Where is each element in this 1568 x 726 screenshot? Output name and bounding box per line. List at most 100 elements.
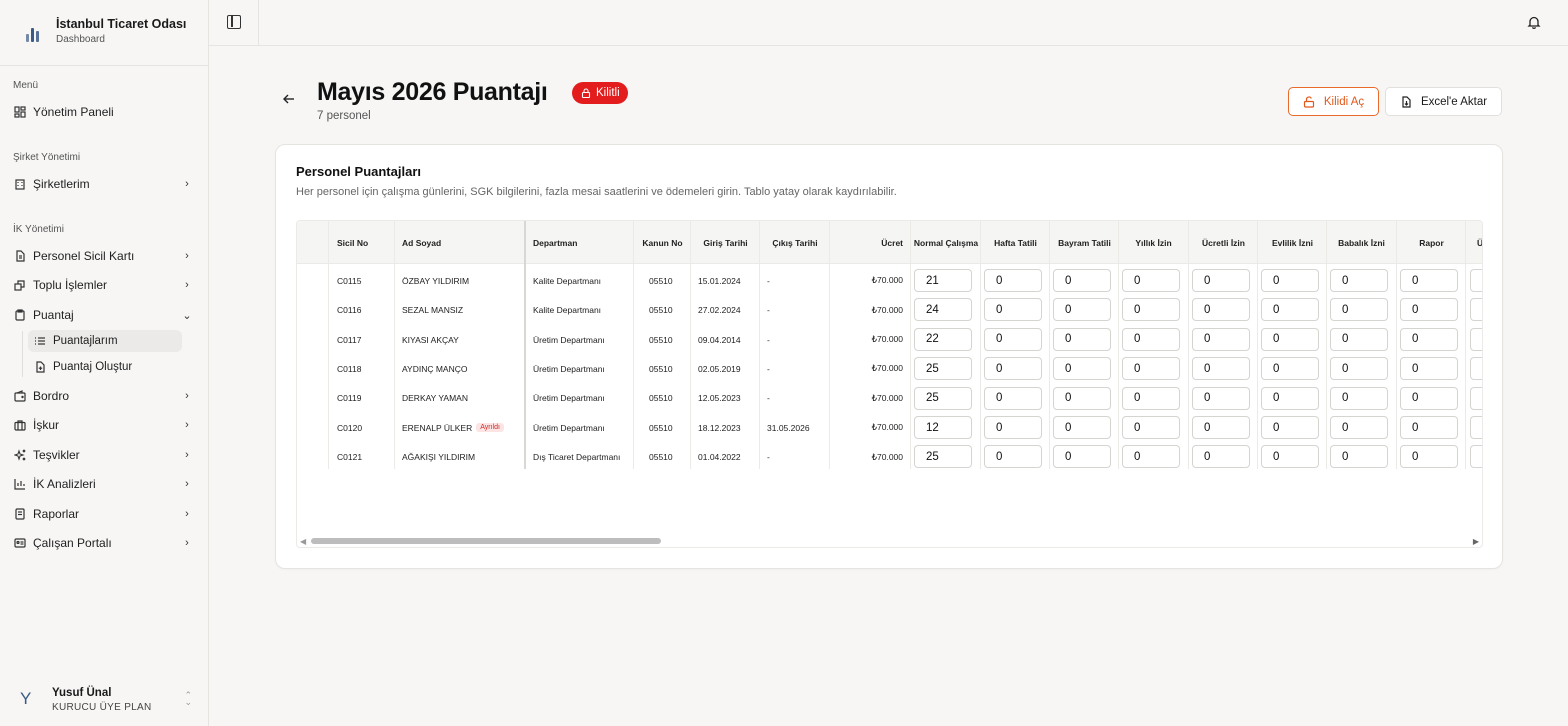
day-count-input[interactable]: 0 [1330, 298, 1388, 322]
day-count-input[interactable]: 0 [1400, 445, 1458, 469]
day-count-input[interactable]: 0 [1400, 386, 1458, 410]
sidebar-item-dashboard[interactable]: Yönetim Paneli [8, 99, 198, 125]
sidebar-item-hr-analytics[interactable]: İK Analizleri › [8, 471, 198, 497]
day-count-input[interactable]: 0 [1261, 327, 1319, 351]
table-row: C0120 ERENALP ÜLKER Ayrıldı Üretim Departma… [297, 413, 1482, 443]
day-count-input[interactable]: 0 [1400, 298, 1458, 322]
day-count-input-partial[interactable] [1470, 386, 1482, 410]
day-count-input[interactable]: 0 [1122, 416, 1180, 439]
sidebar-item-bulk[interactable]: Toplu İşlemler › [8, 272, 198, 298]
scroll-left-icon[interactable]: ◀ [300, 537, 306, 546]
sidebar-item-payroll[interactable]: Bordro › [8, 383, 198, 409]
org-header[interactable]: İstanbul Ticaret Odası Dashboard [0, 0, 208, 66]
day-count-input[interactable]: 0 [1192, 386, 1250, 410]
day-count-input[interactable]: 0 [1261, 269, 1319, 292]
day-count-input[interactable]: 0 [984, 416, 1042, 439]
day-count-input[interactable]: 25 [914, 357, 972, 381]
day-count-input[interactable]: 25 [914, 445, 972, 469]
scrollbar-thumb[interactable] [311, 538, 661, 544]
day-count-input[interactable]: 0 [1192, 327, 1250, 351]
day-count-input[interactable]: 0 [1122, 357, 1180, 381]
cell-department-text: Üretim Departmanı [533, 334, 605, 345]
day-count-input[interactable]: 0 [1261, 445, 1319, 469]
sidebar-item-incentives[interactable]: Teşvikler › [8, 442, 198, 468]
day-count-input[interactable]: 24 [914, 298, 972, 322]
day-count-input[interactable]: 0 [984, 269, 1042, 292]
day-count-input-partial[interactable] [1470, 298, 1482, 322]
user-menu[interactable]: Y Yusuf Ünal KURUCU ÜYE PLAN ⌃ ⌄ [8, 680, 200, 718]
day-count-input-partial[interactable] [1470, 327, 1482, 351]
sidebar-item-iskur[interactable]: İşkur › [8, 412, 198, 438]
day-count-input-partial[interactable] [1470, 445, 1482, 469]
day-count-input[interactable]: 0 [1192, 416, 1250, 439]
day-count-input[interactable]: 0 [1400, 416, 1458, 439]
bell-icon[interactable] [1527, 15, 1541, 29]
day-count-input[interactable]: 12 [914, 416, 972, 439]
day-count-input[interactable]: 0 [1122, 298, 1180, 322]
day-count-input[interactable]: 0 [1053, 298, 1111, 322]
sidebar-item-label: İşkur [33, 418, 60, 432]
timesheet-card: Personel Puantajları Her personel için ç… [275, 144, 1503, 569]
day-count-input[interactable]: 25 [914, 386, 972, 410]
unlock-button[interactable]: Kilidi Aç [1288, 87, 1379, 116]
sidebar-item-personnel[interactable]: Personel Sicil Kartı › [8, 243, 198, 269]
day-count-input[interactable]: 0 [1330, 327, 1388, 351]
sidebar-item-companies[interactable]: Şirketlerim › [8, 171, 198, 197]
file-plus-icon [34, 361, 46, 373]
day-count-input[interactable]: 0 [1053, 327, 1111, 351]
sidebar-item-timesheet[interactable]: Puantaj ⌄ [8, 302, 198, 328]
day-count-input[interactable]: 0 [1330, 416, 1388, 439]
day-count-input-partial[interactable] [1470, 416, 1482, 439]
day-count-input[interactable]: 0 [984, 298, 1042, 322]
day-count-input[interactable]: 0 [1192, 269, 1250, 292]
day-count-input[interactable]: 0 [1053, 357, 1111, 381]
sidebar-subitem-my-timesheets[interactable]: Puantajlarım [28, 330, 182, 352]
day-count-input[interactable]: 0 [1261, 298, 1319, 322]
day-count-input[interactable]: 0 [1330, 386, 1388, 410]
day-count-input[interactable]: 21 [914, 269, 972, 292]
back-arrow-icon[interactable] [281, 92, 297, 108]
day-count-input[interactable]: 0 [1192, 357, 1250, 381]
day-count-input[interactable]: 0 [1330, 269, 1388, 292]
day-count-input[interactable]: 0 [1400, 357, 1458, 381]
sidebar-subitem-label: Puantajlarım [53, 335, 118, 347]
day-count-input[interactable]: 0 [1330, 445, 1388, 469]
day-count-input[interactable]: 0 [984, 386, 1042, 410]
scroll-right-icon[interactable]: ▶ [1473, 537, 1479, 546]
day-count-input[interactable]: 0 [1192, 445, 1250, 469]
day-count-input[interactable]: 0 [1400, 269, 1458, 292]
sidebar-item-employee-portal[interactable]: Çalışan Portalı › [8, 530, 198, 556]
sidebar-item-reports[interactable]: Raporlar › [8, 501, 198, 527]
day-count-input[interactable]: 22 [914, 327, 972, 351]
day-count-input[interactable]: 0 [1122, 269, 1180, 292]
cell-sicil: C0120 [337, 413, 394, 443]
day-count-input[interactable]: 0 [984, 357, 1042, 381]
export-excel-button[interactable]: Excel'e Aktar [1385, 87, 1502, 116]
cell-start-date: 12.05.2023 [698, 384, 758, 414]
column-header: Rapor [1419, 237, 1444, 248]
day-count-input[interactable]: 0 [1192, 298, 1250, 322]
file-download-icon [1400, 95, 1412, 108]
cell-name: AĞAKIŞI YILDIRIM [402, 442, 522, 472]
day-count-input[interactable]: 0 [984, 445, 1042, 469]
sidebar-subitem-create-timesheet[interactable]: Puantaj Oluştur [28, 356, 182, 378]
day-count-input[interactable]: 0 [1400, 327, 1458, 351]
horizontal-scrollbar[interactable]: ◀ ▶ [297, 535, 1482, 547]
day-count-input[interactable]: 0 [1053, 416, 1111, 439]
day-count-input[interactable]: 0 [984, 327, 1042, 351]
cell-start-date-text: 02.05.2019 [698, 363, 741, 374]
day-count-input[interactable]: 0 [1122, 327, 1180, 351]
day-count-input[interactable]: 0 [1122, 386, 1180, 410]
day-count-input[interactable]: 0 [1122, 445, 1180, 469]
day-count-input[interactable]: 0 [1053, 386, 1111, 410]
sidebar-toggle-icon[interactable] [227, 15, 241, 29]
day-count-input[interactable]: 0 [1261, 357, 1319, 381]
day-count-input[interactable]: 0 [1053, 269, 1111, 292]
day-count-input[interactable]: 0 [1330, 357, 1388, 381]
day-count-input-partial[interactable] [1470, 269, 1482, 292]
day-count-input[interactable]: 0 [1261, 386, 1319, 410]
day-count-input-partial[interactable] [1470, 357, 1482, 381]
card-title: Personel Puantajları [296, 164, 421, 179]
day-count-input[interactable]: 0 [1053, 445, 1111, 469]
day-count-input[interactable]: 0 [1261, 416, 1319, 439]
